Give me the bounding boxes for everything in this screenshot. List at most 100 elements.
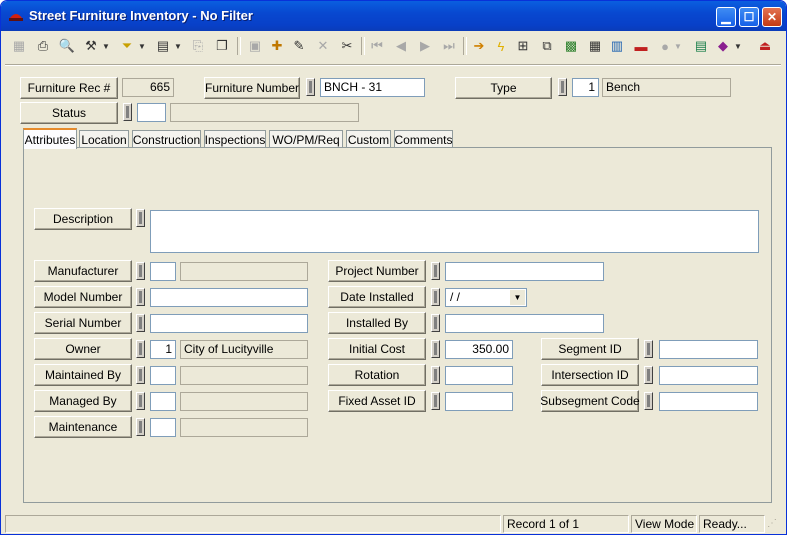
dropdown-arrow-icon[interactable]: ▼ [173,36,183,56]
export-icon[interactable]: ⎘ [188,36,208,56]
dropdown-arrow-icon[interactable]: ▼ [137,36,147,56]
map-icon[interactable]: ⊞ [513,36,533,56]
type-code-field[interactable]: 1 [572,78,599,97]
field-handle[interactable] [558,78,567,96]
dropdown-arrow-icon[interactable]: ▼ [510,290,525,305]
field-handle[interactable] [431,392,440,410]
tab-construction[interactable]: Construction [132,130,201,148]
intersection-id-field[interactable] [659,366,758,385]
type-button[interactable]: Type [455,77,552,99]
field-handle[interactable] [644,340,653,358]
manufacturer-button[interactable]: Manufacturer [34,260,132,282]
fixed-asset-id-button[interactable]: Fixed Asset ID [328,390,426,412]
tab-attributes[interactable]: Attributes [23,128,77,149]
status-button[interactable]: Status [20,102,118,124]
calendar-icon[interactable]: ▦ [585,36,605,56]
installed-by-field[interactable] [445,314,604,333]
add-record-icon[interactable]: ✚ [267,36,287,56]
minimize-button[interactable]: ▁ [716,7,736,27]
field-handle[interactable] [644,392,653,410]
segment-id-button[interactable]: Segment ID [541,338,639,360]
serial-number-button[interactable]: Serial Number [34,312,132,334]
furniture-number-field[interactable]: BNCH - 31 [320,78,425,97]
goto-icon[interactable]: ➔ [469,36,489,56]
field-handle[interactable] [431,262,440,280]
exit-icon[interactable]: ⏏ [755,36,775,56]
field-handle[interactable] [431,314,440,332]
close-button[interactable]: ✕ [762,7,782,27]
field-handle[interactable] [136,418,145,436]
last-record-icon[interactable]: ⏭ [439,36,459,56]
field-handle[interactable] [644,366,653,384]
maintenance-code-field[interactable] [150,418,176,437]
subsegment-code-field[interactable] [659,392,758,411]
search-icon[interactable]: ● [655,36,675,56]
grid-icon[interactable]: ▦ [9,36,29,56]
tools-icon[interactable]: ⚒ [81,36,101,56]
field-handle[interactable] [136,392,145,410]
status-code-field[interactable] [137,103,166,122]
description-field[interactable] [150,210,759,253]
owner-button[interactable]: Owner [34,338,132,360]
save-icon[interactable]: ▣ [245,36,265,56]
delete-icon[interactable]: ✕ [313,36,333,56]
copy-icon[interactable]: ❐ [212,36,232,56]
dropdown-arrow-icon[interactable]: ▼ [733,36,743,56]
relations-icon[interactable]: ⧉ [537,36,557,56]
field-handle[interactable] [431,366,440,384]
book-icon[interactable]: ◆ [713,36,733,56]
previous-record-icon[interactable]: ◀ [391,36,411,56]
tab-comments[interactable]: Comments [394,130,453,148]
managed-by-button[interactable]: Managed By [34,390,132,412]
calculator-icon[interactable]: ▤ [691,36,711,56]
lightning-icon[interactable]: ϟ [491,36,511,56]
furniture-rec-button[interactable]: Furniture Rec # [20,77,118,99]
field-handle[interactable] [306,78,315,96]
chart-icon[interactable]: ▥ [607,36,627,56]
field-handle[interactable] [136,366,145,384]
dropdown-arrow-icon[interactable]: ▼ [673,36,683,56]
subsegment-code-button[interactable]: Subsegment Code [540,390,640,412]
vehicle-icon[interactable]: ▬ [631,36,651,56]
fixed-asset-id-field[interactable] [445,392,513,411]
filter-icon[interactable]: ⏷ [117,36,137,56]
field-handle[interactable] [123,103,132,121]
initial-cost-button[interactable]: Initial Cost [328,338,426,360]
model-number-button[interactable]: Model Number [34,286,132,308]
furniture-number-button[interactable]: Furniture Number [204,77,300,99]
project-number-button[interactable]: Project Number [328,260,426,282]
maximize-button[interactable]: ☐ [739,7,759,27]
print-icon[interactable]: ⎙ [33,36,53,56]
field-handle[interactable] [431,340,440,358]
rotation-button[interactable]: Rotation [328,364,426,386]
next-record-icon[interactable]: ▶ [415,36,435,56]
maintained-by-code-field[interactable] [150,366,176,385]
first-record-icon[interactable]: ⏮ [367,36,387,56]
date-installed-picker[interactable]: / / ▼ [445,288,527,307]
dropdown-arrow-icon[interactable]: ▼ [101,36,111,56]
model-number-field[interactable] [150,288,308,307]
report-icon[interactable]: ▤ [153,36,173,56]
preview-icon[interactable]: 🔍 [57,36,77,56]
tab-wo-pm-req[interactable]: WO/PM/Req [269,130,343,148]
cut-icon[interactable]: ✂ [337,36,357,56]
field-handle[interactable] [136,314,145,332]
field-handle[interactable] [431,288,440,306]
field-handle[interactable] [136,340,145,358]
intersection-id-button[interactable]: Intersection ID [541,364,639,386]
gis-icon[interactable]: ▩ [561,36,581,56]
tab-location[interactable]: Location [79,130,129,148]
manufacturer-code-field[interactable] [150,262,176,281]
tab-inspections[interactable]: Inspections [204,130,266,148]
field-handle[interactable] [136,262,145,280]
rotation-field[interactable] [445,366,513,385]
resize-grip-icon[interactable]: ⋰ [767,517,781,531]
field-handle[interactable] [136,209,145,227]
segment-id-field[interactable] [659,340,758,359]
project-number-field[interactable] [445,262,604,281]
serial-number-field[interactable] [150,314,308,333]
edit-pencil-icon[interactable]: ✎ [289,36,309,56]
maintenance-button[interactable]: Maintenance [34,416,132,438]
description-button[interactable]: Description [34,208,132,230]
date-installed-button[interactable]: Date Installed [328,286,426,308]
